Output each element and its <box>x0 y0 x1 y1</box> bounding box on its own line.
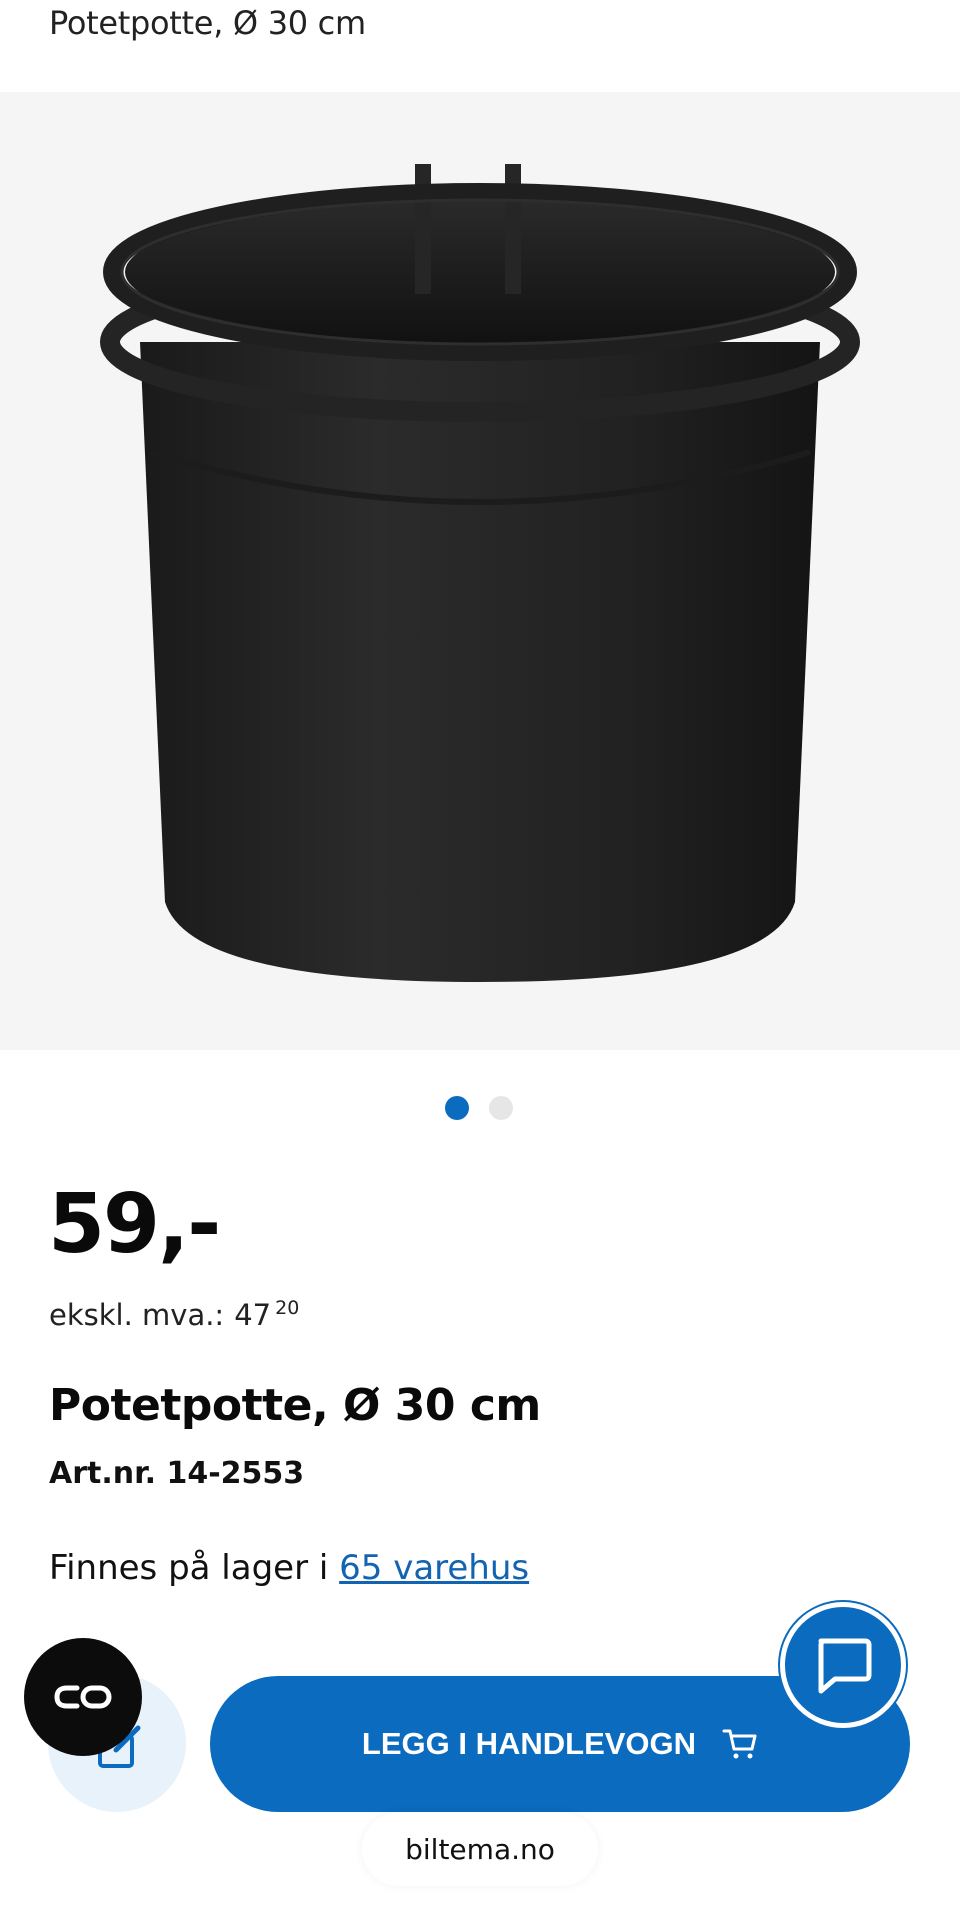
product-image-carousel[interactable] <box>0 92 960 1050</box>
chat-button[interactable] <box>780 1602 906 1728</box>
product-price: 59,- <box>48 1177 221 1272</box>
price-excl-vat: ekskl. mva.: 47 20 <box>49 1297 299 1332</box>
vat-label: ekskl. mva.: <box>49 1298 225 1332</box>
article-number: Art.nr. 14-2553 <box>49 1456 305 1491</box>
co-widget-button[interactable] <box>24 1638 142 1756</box>
carousel-pagination <box>0 1096 960 1120</box>
chat-icon <box>818 1638 872 1694</box>
carousel-dot-active[interactable] <box>445 1096 469 1120</box>
carousel-dot[interactable] <box>489 1096 513 1120</box>
browser-url-bar[interactable]: biltema.no <box>362 1812 598 1886</box>
cart-icon <box>722 1729 757 1759</box>
co-icon <box>54 1685 112 1709</box>
black-plant-pot-image <box>100 164 860 982</box>
product-title: Potetpotte, Ø 30 cm <box>49 1380 541 1431</box>
vat-whole: 47 <box>234 1298 272 1332</box>
stock-status: Finnes på lager i 65 varehus <box>49 1548 529 1588</box>
add-to-cart-label: LEGG I HANDLEVOGN <box>361 1726 697 1761</box>
store-count-link[interactable]: 65 varehus <box>339 1548 529 1588</box>
stock-prefix: Finnes på lager i <box>49 1548 340 1588</box>
vat-fraction: 20 <box>275 1297 300 1319</box>
page-header-title: Potetpotte, Ø 30 cm <box>49 4 366 42</box>
